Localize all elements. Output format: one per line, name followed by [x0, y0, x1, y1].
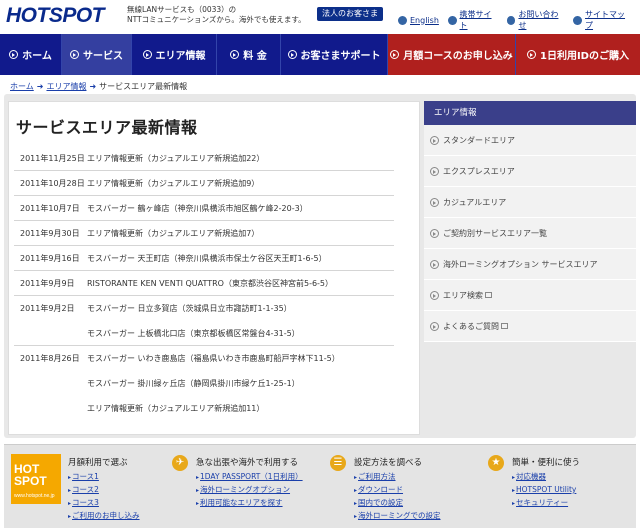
list-item: 2011年9月2日 モスバーガー 日立多賀店（茨城県日立市諏訪町1-1-35） [20, 304, 292, 313]
breadcrumb-arrow-icon: ➜ [36, 82, 44, 91]
airplane-icon: ✈ [172, 455, 188, 471]
header: HOTSPOT 無線LANサービスも（0033）の NTTコミュニケーションズか… [0, 0, 640, 34]
tagline-line-1: 無線LANサービスも（0033）の [127, 5, 237, 14]
list-item: モスバーガー 掛川緑ヶ丘店（静岡県掛川市緑ケ丘1-25-1） [87, 379, 300, 388]
sidebar-heading: エリア情報 [424, 101, 636, 125]
globe-icon [398, 15, 407, 25]
breadcrumb-arrow-icon: ➜ [89, 82, 97, 91]
nav-pricing[interactable]: 料 金 [217, 34, 281, 75]
sitemap-icon [573, 15, 583, 25]
sidebar-item-faq[interactable]: よくあるご質問 [424, 311, 636, 342]
arrow-circle-icon [430, 166, 439, 176]
mail-icon [506, 15, 516, 25]
arrow-icon [9, 50, 19, 59]
sidebar-item-roaming[interactable]: 海外ローミングオプション サービスエリア [424, 249, 636, 280]
footer-link[interactable]: 利用可能なエリアを探す [196, 497, 303, 510]
nav-area-info[interactable]: エリア情報 [132, 34, 217, 75]
arrow-circle-icon [430, 290, 439, 300]
footer-link[interactable]: ご利用方法 [354, 471, 441, 484]
footer-monthly: HOT SPOTwww.hotspot.ne.jp 月額利用で選ぶ コース1 コ… [4, 445, 162, 529]
arrow-circle-icon [430, 197, 439, 207]
business-customers-button[interactable]: 法人のお客さま [317, 7, 383, 21]
arrow-icon [70, 50, 79, 59]
tagline-line-2: NTTコミュニケーションズから。海外でも使えます。 [127, 15, 306, 24]
sidebar-item-standard[interactable]: スタンダードエリア [424, 125, 636, 156]
list-item: 2011年10月28日 エリア情報更新（カジュアルエリア新規追加9） [14, 171, 394, 196]
footer-title: 設定方法を調べる [354, 458, 423, 468]
breadcrumb-current: サービスエリア最新情報 [99, 82, 188, 91]
nav-home[interactable]: ホーム [0, 34, 62, 75]
list-item: 2011年9月30日 エリア情報更新（カジュアルエリア新規追加7） [14, 221, 394, 246]
contact-link[interactable]: お問い合わせ [506, 9, 565, 31]
list-item: 2011年11月25日 エリア情報更新（カジュアルエリア新規追加22） [14, 146, 394, 171]
breadcrumb-home[interactable]: ホーム [10, 82, 34, 91]
footer-link[interactable]: 海外ローミングでの設定 [354, 510, 441, 523]
footer-link[interactable]: ダウンロード [354, 484, 441, 497]
list-item: モスバーガー 上板橋北口店（東京都板橋区常盤台4-31-5） [14, 321, 394, 346]
mobile-icon [447, 15, 457, 25]
updates-list: 2011年11月25日 エリア情報更新（カジュアルエリア新規追加22） 2011年… [14, 146, 394, 421]
nav-support[interactable]: お客さまサポート [281, 34, 388, 75]
footer-link[interactable]: コース1 [68, 471, 140, 484]
nav-monthly-signup[interactable]: 月額コースのお申し込み [388, 34, 516, 75]
english-link[interactable]: English [398, 9, 439, 31]
arrow-icon [230, 50, 240, 59]
document-icon: ☰ [330, 455, 346, 471]
footer-link[interactable]: 国内での設定 [354, 497, 441, 510]
page-title: サービスエリア最新情報 [16, 118, 198, 137]
sitemap-link[interactable]: サイトマップ [573, 9, 631, 31]
footer-title: 急な出張や海外で利用する [196, 458, 299, 468]
footer-link[interactable]: 対応機器 [512, 471, 576, 484]
footer-setup: ☰ 設定方法を調べる ご利用方法 ダウンロード 国内での設定 海外ローミングでの… [320, 445, 478, 529]
hotspot-footer-logo: HOT SPOT www.hotspot.ne.jp [11, 454, 61, 504]
tagline: 無線LANサービスも（0033）の NTTコミュニケーションズから。海外でも使え… [127, 5, 307, 25]
footer-link[interactable]: HOTSPOT Utility [512, 484, 576, 497]
list-item: エリア情報更新（カジュアルエリア新規追加11） [87, 404, 265, 413]
nav-service[interactable]: サービス [62, 34, 132, 75]
footer: HOT SPOTwww.hotspot.ne.jp 月額利用で選ぶ コース1 コ… [4, 444, 636, 528]
list-item: 2011年9月16日 モスバーガー 天王町店（神奈川県横浜市保土ケ谷区天王町1-6… [14, 246, 394, 271]
footer-link[interactable]: コース3 [68, 497, 140, 510]
arrow-circle-icon [430, 259, 439, 269]
arrow-circle-icon [430, 228, 439, 238]
hotspot-logo[interactable]: HOTSPOT [6, 4, 105, 28]
list-item: 2011年10月7日 モスバーガー 鶴ヶ峰店（神奈川県横浜市旭区鶴ケ峰2-20-3… [14, 196, 394, 221]
arrow-icon [390, 50, 400, 59]
footer-link[interactable]: セキュリティー [512, 497, 576, 510]
main-nav: ホーム サービス エリア情報 料 金 お客さまサポート 月額コースのお申し込み … [0, 34, 640, 75]
footer-title: 月額利用で選ぶ [68, 458, 128, 468]
arrow-circle-icon [430, 321, 439, 331]
star-icon: ★ [488, 455, 504, 471]
nav-day-pass[interactable]: 1日利用IDのご購入 [516, 34, 640, 75]
sidebar-item-search[interactable]: エリア検索 [424, 280, 636, 311]
footer-link[interactable]: 海外ローミングオプション [196, 484, 303, 497]
arrow-circle-icon [430, 135, 439, 145]
footer-travel: ✈ 急な出張や海外で利用する 1DAY PASSPORT（1日利用） 海外ローミ… [162, 445, 320, 529]
list-item: 2011年9月9日 RISTORANTE KEN VENTI QUATTRO（東京… [14, 271, 394, 296]
top-links: English 携帯サイト お問い合わせ サイトマップ [398, 9, 640, 31]
mobile-site-link[interactable]: 携帯サイト [447, 9, 498, 31]
sidebar-item-casual[interactable]: カジュアルエリア [424, 187, 636, 218]
arrow-icon [287, 50, 297, 59]
footer-link[interactable]: 1DAY PASSPORT（1日利用） [196, 471, 303, 484]
footer-link[interactable]: ご利用のお申し込み [68, 510, 140, 523]
new-window-icon [485, 292, 492, 298]
breadcrumb-area[interactable]: エリア情報 [46, 82, 86, 91]
footer-link[interactable]: コース2 [68, 484, 140, 497]
breadcrumb: ホーム ➜ エリア情報 ➜ サービスエリア最新情報 [10, 81, 187, 92]
sidebar-item-contract[interactable]: ご契約別サービスエリア一覧 [424, 218, 636, 249]
new-window-icon [501, 323, 508, 329]
footer-convenience: ★ 簡単・便利に使う 対応機器 HOTSPOT Utility セキュリティー [478, 445, 636, 529]
sidebar: エリア情報 スタンダードエリア エクスプレスエリア カジュアルエリア ご契約別サ… [424, 101, 636, 435]
arrow-icon [142, 50, 152, 59]
sidebar-item-express[interactable]: エクスプレスエリア [424, 156, 636, 187]
list-item: 2011年8月26日 モスバーガー いわき鹿島店（福島県いわき市鹿島町船戸字林下1… [20, 354, 340, 363]
footer-title: 簡単・便利に使う [512, 458, 581, 468]
arrow-icon [527, 50, 536, 59]
